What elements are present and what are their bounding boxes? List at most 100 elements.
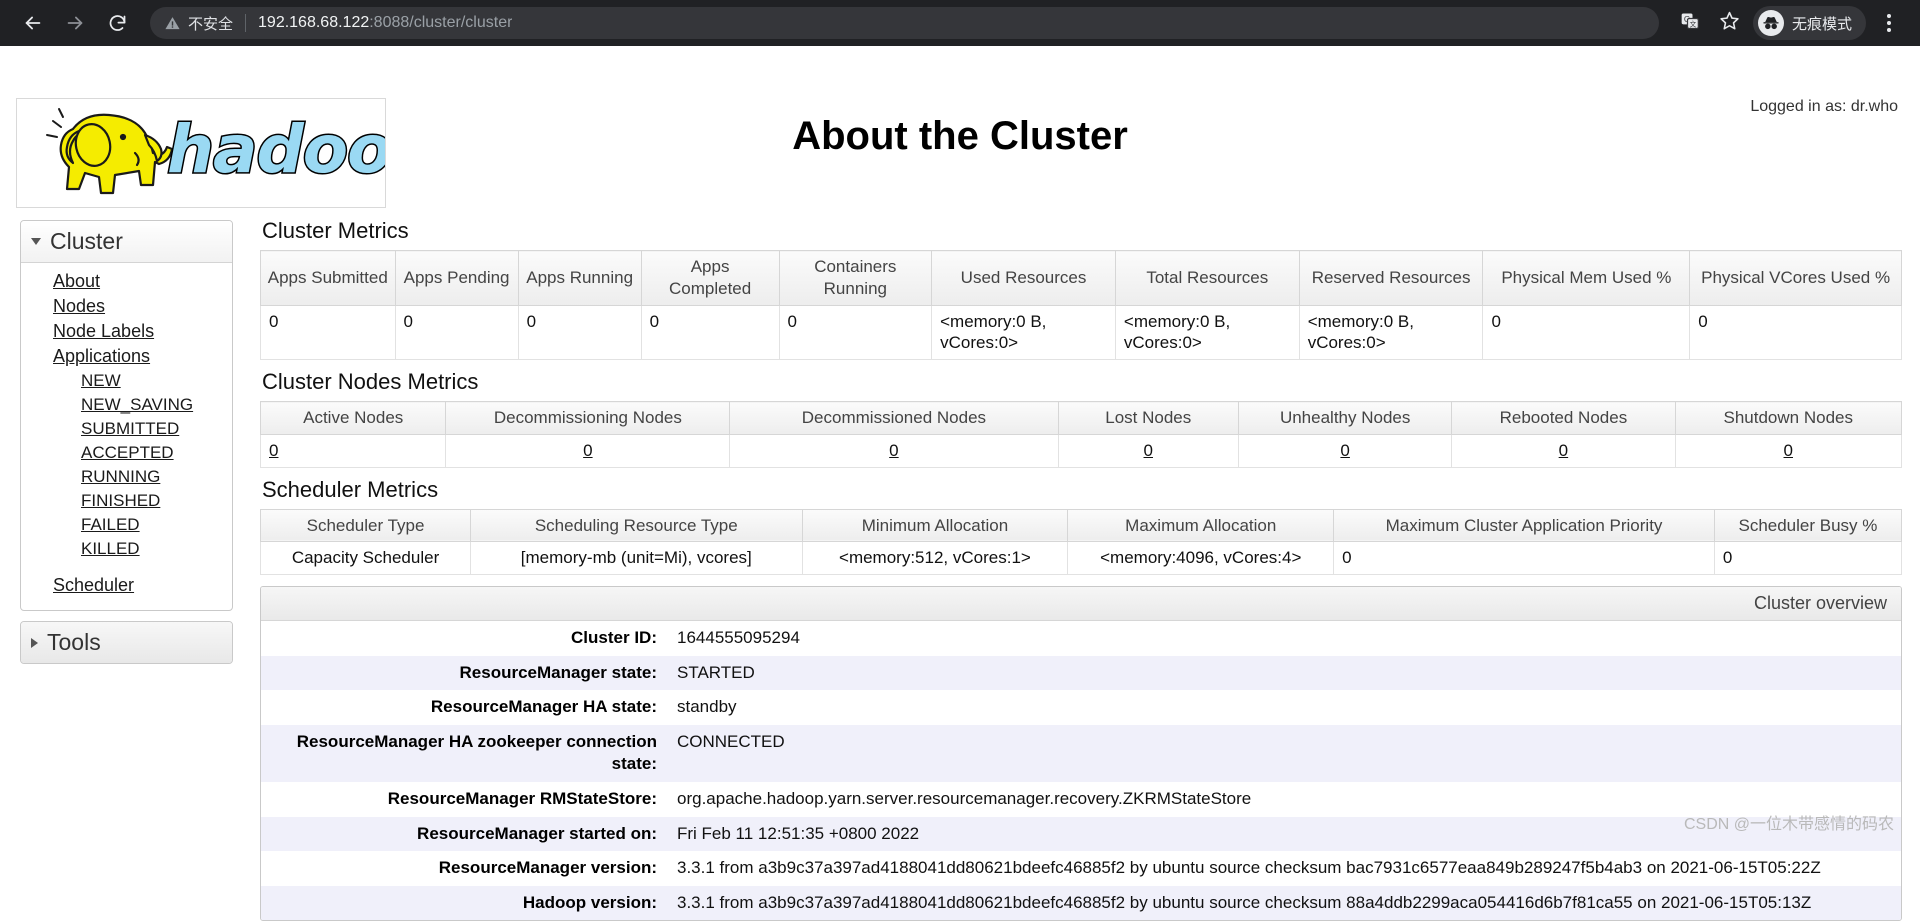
value-rm-statestore: org.apache.hadoop.yarn.server.resourcema… bbox=[669, 782, 1901, 817]
col-decommissioned-nodes: Decommissioned Nodes bbox=[730, 402, 1058, 435]
hadoop-elephant-icon bbox=[27, 101, 187, 208]
forward-button[interactable] bbox=[56, 4, 94, 42]
cluster-overview-panel: Cluster overview Cluster ID: 16445550952… bbox=[260, 586, 1902, 921]
shutdown-nodes-link[interactable]: 0 bbox=[1784, 441, 1793, 460]
label-hadoop-version: Hadoop version: bbox=[261, 886, 669, 921]
rebooted-nodes-link[interactable]: 0 bbox=[1559, 441, 1568, 460]
label-rm-statestore: ResourceManager RMStateStore: bbox=[261, 782, 669, 817]
table-row: ResourceManager started on: Fri Feb 11 1… bbox=[261, 817, 1901, 852]
table-row: Hadoop version: 3.3.1 from a3b9c37a397ad… bbox=[261, 886, 1901, 921]
cell-scheduler-busy: 0 bbox=[1714, 542, 1901, 575]
sidebar-item-node-labels[interactable]: Node Labels bbox=[21, 319, 232, 344]
sidebar-item-nodes[interactable]: Nodes bbox=[21, 294, 232, 319]
sidebar-item-app-finished[interactable]: FINISHED bbox=[21, 489, 232, 513]
cell-shutdown-nodes: 0 bbox=[1675, 434, 1902, 467]
back-arrow-icon bbox=[22, 12, 44, 34]
value-rm-version: 3.3.1 from a3b9c37a397ad4188041dd80621bd… bbox=[669, 851, 1901, 886]
yarn-about-page: Logged in as: dr.who hadoop About the Cl… bbox=[0, 46, 1920, 840]
table-row: ResourceManager state: STARTED bbox=[261, 656, 1901, 691]
scheduler-metrics-title: Scheduler Metrics bbox=[262, 477, 1902, 503]
cell-scheduler-type: Capacity Scheduler bbox=[261, 542, 471, 575]
col-scheduler-type: Scheduler Type bbox=[261, 509, 471, 542]
cell-containers-running: 0 bbox=[779, 305, 932, 360]
hadoop-logo[interactable]: hadoop bbox=[16, 98, 386, 208]
back-button[interactable] bbox=[14, 4, 52, 42]
sidebar-item-about[interactable]: About bbox=[21, 269, 232, 294]
active-nodes-link[interactable]: 0 bbox=[269, 441, 278, 460]
unhealthy-nodes-link[interactable]: 0 bbox=[1340, 441, 1349, 460]
not-secure-label: 不安全 bbox=[188, 13, 233, 34]
cluster-overview-table: Cluster ID: 1644555095294 ResourceManage… bbox=[261, 621, 1901, 920]
cell-apps-pending: 0 bbox=[395, 305, 518, 360]
reload-button[interactable] bbox=[98, 4, 136, 42]
sidebar-spacer bbox=[21, 561, 232, 573]
chevron-right-icon bbox=[31, 638, 38, 648]
forward-arrow-icon bbox=[64, 12, 86, 34]
cell-decommissioned-nodes: 0 bbox=[730, 434, 1058, 467]
cell-active-nodes: 0 bbox=[261, 434, 446, 467]
decommissioned-nodes-link[interactable]: 0 bbox=[889, 441, 898, 460]
cluster-nodes-metrics-table: Active Nodes Decommissioning Nodes Decom… bbox=[260, 401, 1902, 468]
cell-rebooted-nodes: 0 bbox=[1452, 434, 1675, 467]
cluster-panel-body: About Nodes Node Labels Applications NEW… bbox=[21, 263, 232, 610]
table-row: Cluster ID: 1644555095294 bbox=[261, 621, 1901, 656]
chrome-menu-button[interactable] bbox=[1872, 6, 1906, 40]
cluster-metrics-title: Cluster Metrics bbox=[262, 218, 1902, 244]
col-scheduler-busy: Scheduler Busy % bbox=[1714, 509, 1901, 542]
logged-in-user: Logged in as: dr.who bbox=[1750, 98, 1898, 116]
value-cluster-id: 1644555095294 bbox=[669, 621, 1901, 656]
translate-icon: G文 bbox=[1680, 11, 1700, 36]
col-used-resources: Used Resources bbox=[932, 251, 1116, 306]
sidebar-item-scheduler[interactable]: Scheduler bbox=[21, 573, 232, 598]
sidebar-item-applications[interactable]: Applications bbox=[21, 344, 232, 369]
tools-panel-header[interactable]: Tools bbox=[21, 622, 232, 663]
label-rm-zk-connection-state: ResourceManager HA zookeeper connection … bbox=[261, 725, 669, 782]
label-cluster-id: Cluster ID: bbox=[261, 621, 669, 656]
value-hadoop-version: 3.3.1 from a3b9c37a397ad4188041dd80621bd… bbox=[669, 886, 1901, 921]
sidebar-item-app-accepted[interactable]: ACCEPTED bbox=[21, 441, 232, 465]
tools-panel: Tools bbox=[20, 621, 233, 664]
cell-physical-vcores-used: 0 bbox=[1690, 305, 1902, 360]
cluster-overview-caption: Cluster overview bbox=[261, 587, 1901, 621]
table-row: 0 0 0 0 0 0 0 bbox=[261, 434, 1902, 467]
sidebar-item-app-submitted[interactable]: SUBMITTED bbox=[21, 417, 232, 441]
url-path: :8088/cluster/cluster bbox=[369, 14, 512, 31]
incognito-indicator[interactable]: 无痕模式 bbox=[1753, 6, 1866, 40]
kebab-menu-icon bbox=[1887, 14, 1891, 32]
sidebar-item-app-failed[interactable]: FAILED bbox=[21, 513, 232, 537]
value-rm-zk-connection-state: CONNECTED bbox=[669, 725, 1901, 782]
lost-nodes-link[interactable]: 0 bbox=[1144, 441, 1153, 460]
col-minimum-allocation: Minimum Allocation bbox=[802, 509, 1068, 542]
incognito-label: 无痕模式 bbox=[1792, 13, 1852, 34]
cell-lost-nodes: 0 bbox=[1058, 434, 1239, 467]
col-decommissioning-nodes: Decommissioning Nodes bbox=[446, 402, 730, 435]
table-row: ResourceManager RMStateStore: org.apache… bbox=[261, 782, 1901, 817]
label-rm-started-on: ResourceManager started on: bbox=[261, 817, 669, 852]
value-rm-ha-state: standby bbox=[669, 690, 1901, 725]
cluster-panel-title: Cluster bbox=[50, 228, 123, 255]
sidebar-item-app-killed[interactable]: KILLED bbox=[21, 537, 232, 561]
cell-used-resources: <memory:0 B, vCores:0> bbox=[932, 305, 1116, 360]
not-secure-warning-icon bbox=[164, 15, 181, 32]
col-max-cluster-app-priority: Maximum Cluster Application Priority bbox=[1334, 509, 1715, 542]
sidebar-item-app-running[interactable]: RUNNING bbox=[21, 465, 232, 489]
cluster-panel-header[interactable]: Cluster bbox=[21, 221, 232, 263]
hadoop-logo-graphic: hadoop bbox=[17, 99, 385, 207]
decommissioning-nodes-link[interactable]: 0 bbox=[583, 441, 592, 460]
sidebar-item-app-new[interactable]: NEW bbox=[21, 369, 232, 393]
col-apps-submitted: Apps Submitted bbox=[261, 251, 396, 306]
sidebar-item-app-new-saving[interactable]: NEW_SAVING bbox=[21, 393, 232, 417]
cell-total-resources: <memory:0 B, vCores:0> bbox=[1115, 305, 1299, 360]
table-header-row: Apps Submitted Apps Pending Apps Running… bbox=[261, 251, 1902, 306]
sidebar: Cluster About Nodes Node Labels Applicat… bbox=[20, 220, 233, 674]
cell-physical-mem-used: 0 bbox=[1483, 305, 1690, 360]
value-rm-started-on: Fri Feb 11 12:51:35 +0800 2022 bbox=[669, 817, 1901, 852]
cell-minimum-allocation: <memory:512, vCores:1> bbox=[802, 542, 1068, 575]
translate-button[interactable]: G文 bbox=[1673, 6, 1707, 40]
address-bar[interactable]: 不安全 192.168.68.122:8088/cluster/cluster bbox=[150, 7, 1659, 39]
url-host: 192.168.68.122 bbox=[258, 14, 369, 31]
bookmark-button[interactable] bbox=[1713, 6, 1747, 40]
col-scheduling-resource-type: Scheduling Resource Type bbox=[471, 509, 802, 542]
cell-decommissioning-nodes: 0 bbox=[446, 434, 730, 467]
col-physical-vcores-used: Physical VCores Used % bbox=[1690, 251, 1902, 306]
